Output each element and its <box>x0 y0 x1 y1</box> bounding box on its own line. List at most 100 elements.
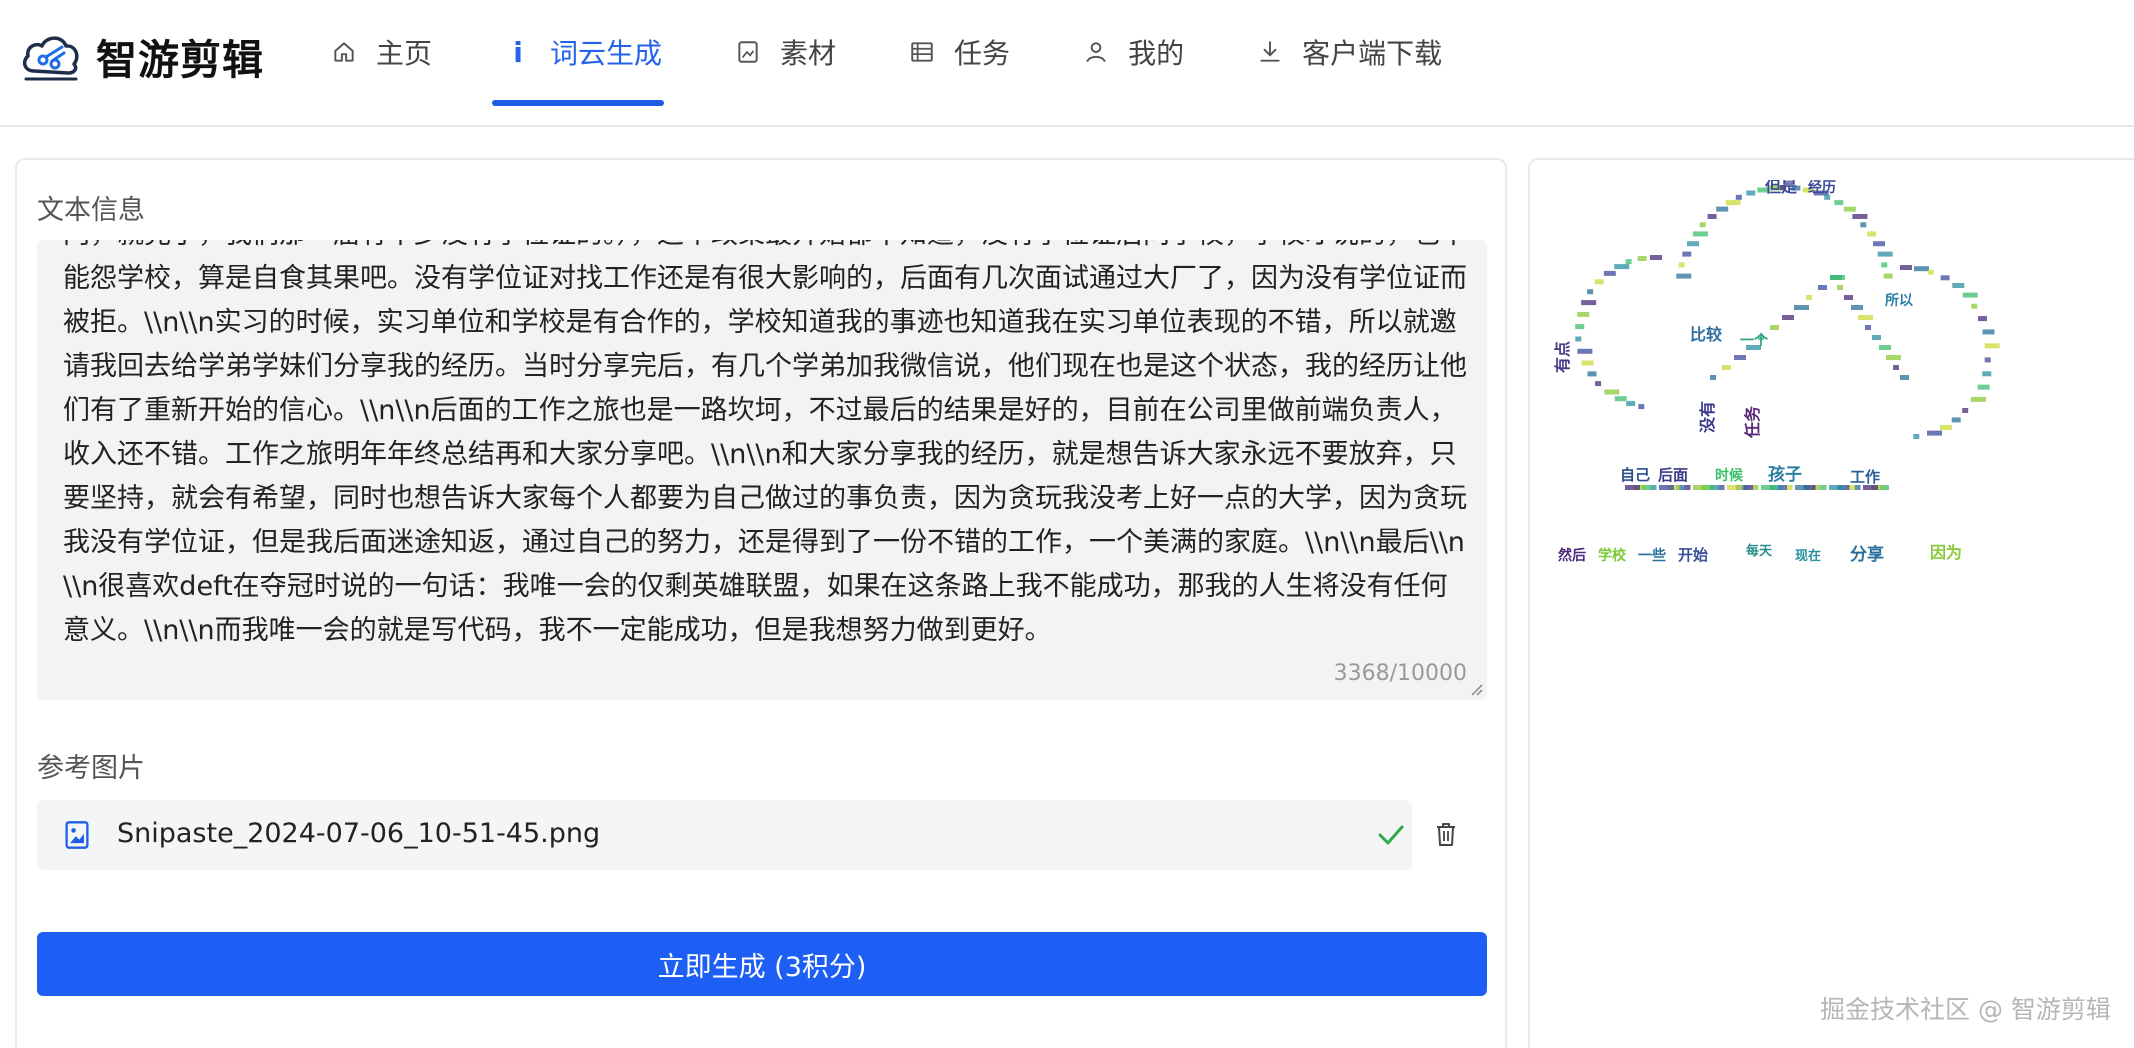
user-icon <box>1082 38 1110 66</box>
wordcloud-word: 每天 <box>1746 543 1773 559</box>
wordcloud-fill-mark <box>1843 206 1856 212</box>
wordcloud-fill-mark <box>1735 194 1742 200</box>
wordcloud-fill-mark <box>1794 305 1809 310</box>
text-input-panel: 文本信息 门，就完了，我们那一届有不少没有学位证的。），这个政策最开始都不知道，… <box>15 158 1507 1048</box>
wordcloud-word: 所以 <box>1885 292 1913 309</box>
wordcloud-word: 因为 <box>1930 543 1962 562</box>
wordcloud-fill-mark <box>1962 292 1978 298</box>
wordcloud-word: 经历 <box>1808 180 1836 196</box>
wordcloud-fill-mark <box>1707 214 1717 219</box>
nav-item-label: 客户端下载 <box>1302 37 1443 70</box>
download-icon <box>1256 38 1284 66</box>
wordcloud-fill-mark <box>1971 303 1978 309</box>
wordcloud-fill-mark <box>1844 295 1853 300</box>
wordcloud-word: 但是 <box>1765 180 1797 196</box>
check-icon <box>1378 825 1404 845</box>
nav-item-home[interactable]: 主页 <box>330 0 432 104</box>
generate-button[interactable]: 立即生成 (3积分) <box>37 932 1487 996</box>
wordcloud-word: 没有 <box>1698 401 1717 433</box>
app-logo[interactable]: 智游剪辑 <box>20 26 264 86</box>
wordcloud-fill-mark <box>1581 360 1594 366</box>
wordcloud-fill-mark <box>1837 285 1843 290</box>
wordcloud-fill-mark <box>1625 485 1640 490</box>
wordcloud-fill-mark <box>1587 289 1594 295</box>
wordcloud-fill-mark <box>1626 401 1636 407</box>
wordcloud-word: 然后 <box>1558 547 1586 564</box>
reference-image-label: 参考图片 <box>37 753 145 784</box>
wordcloud-fill-mark <box>1625 259 1632 265</box>
home-icon <box>330 38 358 66</box>
nav-item-wordcloud[interactable]: i 词云生成 <box>492 0 665 106</box>
wordcloud-fill-mark <box>1678 262 1685 268</box>
wordcloud-fill-mark <box>1725 200 1741 206</box>
wordcloud-word: 现在 <box>1795 548 1821 564</box>
uploaded-file-item[interactable]: Snipaste_2024-07-06_10-51-45.png <box>37 800 1412 870</box>
app-name: 智游剪辑 <box>96 36 264 84</box>
nav-item-materials[interactable]: 素材 <box>734 0 836 104</box>
wordcloud-word: 分享 <box>1850 544 1884 565</box>
wordcloud-fill-mark <box>1851 305 1863 310</box>
resize-handle-icon[interactable] <box>1469 682 1483 696</box>
wordcloud-fill-mark <box>1970 396 1986 402</box>
wordcloud-fill-mark <box>1575 324 1585 330</box>
cloud-scissors-logo-icon <box>22 36 79 81</box>
wordcloud-fill-mark <box>1940 275 1950 281</box>
wordcloud-fill-mark <box>1872 335 1881 340</box>
wordcloud-fill-mark <box>1893 365 1899 370</box>
wordcloud-fill-mark <box>1734 355 1746 360</box>
wordcloud-fill-mark <box>1752 485 1759 490</box>
wordcloud-fill-mark <box>1818 285 1827 290</box>
image-file-icon <box>65 821 89 849</box>
wordcloud-fill-mark <box>1952 283 1965 288</box>
wordcloud-word: 任务 <box>1743 405 1762 439</box>
wordcloud-fill-mark <box>1820 485 1827 490</box>
wordcloud-fill-mark <box>1687 241 1699 247</box>
wordcloud-fill-mark <box>1865 325 1871 330</box>
char-counter: 3368/10000 <box>1333 661 1467 686</box>
nav-item-tasks[interactable]: 任务 <box>908 0 1010 104</box>
nav-item-label: 任务 <box>954 37 1011 70</box>
wordcloud-fill-mark <box>1879 345 1891 350</box>
watermark: 掘金技术社区 @ 智游剪辑 <box>1820 995 2111 1024</box>
wordcloud-fill-mark <box>1877 251 1893 257</box>
wordcloud-fill-mark <box>1650 255 1662 260</box>
wordcloud-fill-mark <box>1692 231 1708 237</box>
wordcloud-fill-mark <box>1962 408 1969 413</box>
text-input[interactable]: 门，就完了，我们那一届有不少没有学位证的。），这个政策最开始都不知道，没有学位证… <box>37 240 1487 700</box>
wordcloud-fill-mark <box>1595 381 1602 387</box>
nav-item-label: 主页 <box>376 37 433 70</box>
trash-icon[interactable] <box>1434 821 1458 847</box>
nav-item-download[interactable]: 客户端下载 <box>1256 0 1442 104</box>
main-nav: 主页 i 词云生成 素材 任务 我的 客户端下载 <box>330 0 1442 127</box>
wordcloud-fill-mark <box>1716 206 1729 212</box>
wordcloud-fill-mark <box>1718 485 1725 490</box>
wordcloud-fill-mark <box>1581 300 1597 306</box>
wordcloud-fill-mark <box>1676 273 1692 279</box>
wordcloud-fill-mark <box>1913 434 1920 439</box>
wordcloud-fill-mark <box>1977 384 1990 390</box>
wordcloud-word: 孩子 <box>1768 464 1802 485</box>
wordcloud-fill-mark <box>1951 417 1961 423</box>
wordcloud-fill-mark <box>1852 214 1868 219</box>
wordcloud-fill-mark <box>1684 485 1691 490</box>
wordcloud-fill-mark <box>1982 371 1992 377</box>
wordcloud-fill-mark <box>1883 273 1893 279</box>
nav-item-mine[interactable]: 我的 <box>1082 0 1184 104</box>
wordcloud-word: 学校 <box>1598 547 1627 564</box>
wordcloud-fill-mark <box>1659 485 1674 490</box>
wordcloud-fill-mark <box>1594 279 1604 285</box>
wordcloud-fill-mark <box>1614 396 1627 402</box>
wordcloud-fill-mark <box>1786 485 1793 490</box>
wordcloud-fill-mark <box>1834 200 1844 206</box>
wordcloud-fill-mark <box>1638 404 1645 410</box>
wordcloud-fill-mark <box>1682 251 1692 257</box>
wordcloud-word: 一个 <box>1740 332 1769 349</box>
wordcloud-fill-mark <box>1806 295 1812 300</box>
wordcloud-fill-mark <box>1867 231 1877 237</box>
wordcloud-fill-mark <box>1710 375 1716 380</box>
wordcloud-fill-mark <box>1927 269 1934 275</box>
wordcloud-fill-mark <box>1575 336 1582 342</box>
wordcloud-image: 但是 经历比较 一个 所以有点没有 任务自己 后面 时候 孩子 工作然后 学校 一些 开始 每天 现在 分享… <box>1553 180 2000 565</box>
wordcloud-fill-mark <box>1858 315 1873 320</box>
image-icon <box>734 38 762 66</box>
